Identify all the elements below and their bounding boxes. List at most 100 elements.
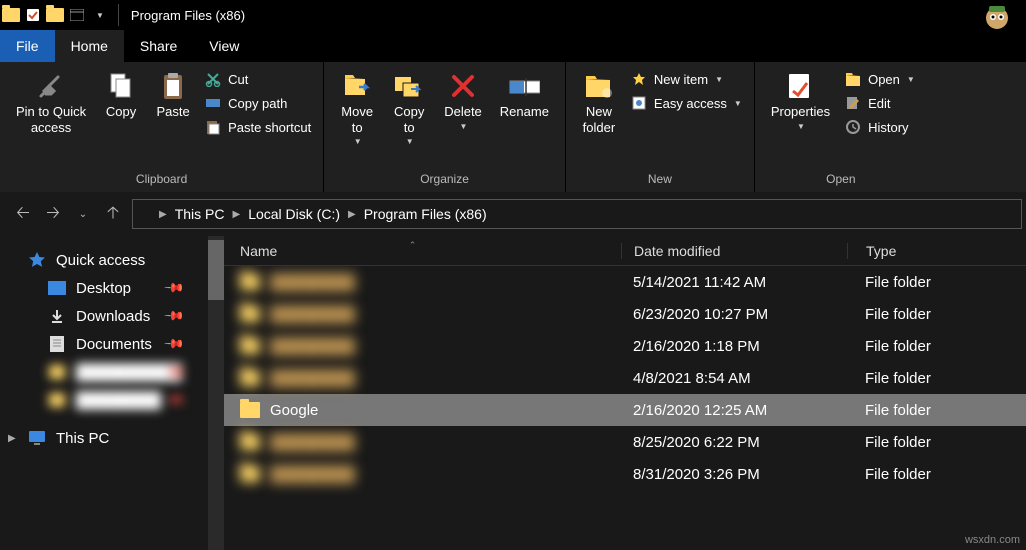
tab-share[interactable]: Share [124, 30, 193, 62]
table-row[interactable]: ████████ 5/14/2021 11:42 AMFile folder [224, 266, 1026, 298]
new-folder-button[interactable]: New folder [574, 66, 624, 139]
history-button[interactable]: History [840, 116, 919, 138]
file-name: ████████ [270, 306, 355, 323]
tab-home[interactable]: Home [55, 30, 124, 62]
table-row[interactable]: Google2/16/2020 12:25 AMFile folder [224, 394, 1026, 426]
address-bar[interactable]: ▶ This PC ▶ Local Disk (C:) ▶ Program Fi… [132, 199, 1022, 229]
open-button[interactable]: Open▼ [840, 68, 919, 90]
pin-icon: 📌 [163, 305, 186, 328]
pin-icon [35, 70, 67, 102]
sidebar-item-blurred[interactable]: ████████ 📌 [0, 386, 208, 414]
file-date: 6/23/2020 10:27 PM [621, 306, 847, 323]
crumb-program-files[interactable]: Program Files (x86) [360, 206, 491, 222]
group-open: Properties▼ Open▼ Edit History Open [755, 62, 927, 192]
folder-icon [2, 6, 20, 24]
file-name: ████████ [270, 274, 355, 291]
paste-icon [157, 70, 189, 102]
file-date: 8/31/2020 3:26 PM [621, 466, 847, 483]
pin-to-quick-access-button[interactable]: Pin to Quick access [8, 66, 94, 139]
titlebar: ▼ Program Files (x86) [0, 0, 1026, 30]
chevron-right-icon[interactable]: ▶ [8, 433, 16, 444]
table-row[interactable]: ████████8/31/2020 3:26 PMFile folder [224, 458, 1026, 490]
easy-access-icon [630, 94, 648, 112]
up-button[interactable]: 🡡 [102, 203, 124, 225]
file-name: ████████ [270, 434, 355, 451]
documents-icon [48, 335, 66, 353]
crumb-this-pc[interactable]: This PC [171, 206, 229, 222]
properties-button[interactable]: Properties▼ [763, 66, 838, 135]
paste-shortcut-button[interactable]: Paste shortcut [200, 116, 315, 138]
qat-folder-icon[interactable] [46, 6, 64, 24]
sidebar-this-pc[interactable]: ▶ This PC [0, 424, 208, 452]
content-area: Quick access Desktop 📌 Downloads 📌 Docum… [0, 236, 1026, 550]
nav-row: 🡠 🡢 ⌄ 🡡 ▶ This PC ▶ Local Disk (C:) ▶ Pr… [0, 192, 1026, 236]
folder-icon [240, 338, 260, 354]
col-type[interactable]: Type [847, 243, 1026, 259]
file-type: File folder [847, 338, 1026, 355]
cut-icon [204, 70, 222, 88]
group-label-organize: Organize [332, 170, 557, 190]
rename-icon [508, 70, 540, 102]
table-row[interactable]: ████████2/16/2020 1:18 PMFile folder [224, 330, 1026, 362]
copy-to-icon [393, 70, 425, 102]
table-row[interactable]: ████████6/23/2020 10:27 PMFile folder [224, 298, 1026, 330]
edit-icon [844, 94, 862, 112]
move-to-button[interactable]: Move to▼ [332, 66, 382, 150]
forward-button[interactable]: 🡢 [42, 203, 64, 225]
edit-button[interactable]: Edit [840, 92, 919, 114]
copy-button[interactable]: Copy [96, 66, 146, 124]
folder-icon [240, 402, 260, 418]
qat-customize-dropdown[interactable]: ▼ [90, 11, 110, 20]
tab-file[interactable]: File [0, 30, 55, 62]
pin-icon: 📌 [163, 277, 186, 300]
tab-view[interactable]: View [193, 30, 255, 62]
file-type: File folder [847, 402, 1026, 419]
qat-window-icon[interactable] [68, 6, 86, 24]
sidebar-quick-access[interactable]: Quick access [0, 246, 208, 274]
folder-icon [240, 274, 260, 290]
sidebar-desktop[interactable]: Desktop 📌 [0, 274, 208, 302]
col-date-modified[interactable]: Date modified [621, 243, 847, 259]
chevron-right-icon[interactable]: ▶ [346, 209, 358, 220]
chevron-right-icon[interactable]: ▶ [231, 209, 243, 220]
sidebar-documents[interactable]: Documents 📌 [0, 330, 208, 358]
qat-save-icon[interactable] [24, 6, 42, 24]
copy-path-icon [204, 94, 222, 112]
file-name: ████████ [270, 338, 355, 355]
folder-icon [240, 466, 260, 482]
pin-icon: 📌 [163, 333, 186, 356]
open-icon [844, 70, 862, 88]
folder-icon [240, 434, 260, 450]
col-name[interactable]: Name ⌃ [224, 243, 621, 259]
back-button[interactable]: 🡠 [12, 203, 34, 225]
cut-button[interactable]: Cut [200, 68, 315, 90]
easy-access-button[interactable]: Easy access▼ [626, 92, 746, 114]
group-clipboard: Pin to Quick access Copy Paste Cut [0, 62, 324, 192]
recent-dropdown[interactable]: ⌄ [72, 203, 94, 225]
table-row[interactable]: ████████8/25/2020 6:22 PMFile folder [224, 426, 1026, 458]
sidebar-downloads[interactable]: Downloads 📌 [0, 302, 208, 330]
file-date: 8/25/2020 6:22 PM [621, 434, 847, 451]
desktop-icon [48, 279, 66, 297]
folder-icon [137, 205, 155, 223]
paste-shortcut-icon [204, 118, 222, 136]
file-type: File folder [847, 274, 1026, 291]
file-date: 5/14/2021 11:42 AM [621, 274, 847, 291]
copy-to-button[interactable]: Copy to▼ [384, 66, 434, 150]
copy-path-button[interactable]: Copy path [200, 92, 315, 114]
ribbon-tabs: File Home Share View [0, 30, 1026, 62]
file-date: 4/8/2021 8:54 AM [621, 370, 847, 387]
chevron-right-icon[interactable]: ▶ [157, 209, 169, 220]
table-row[interactable]: ████████4/8/2021 8:54 AMFile folder [224, 362, 1026, 394]
downloads-icon [48, 307, 66, 325]
folder-icon [240, 370, 260, 386]
delete-button[interactable]: Delete▼ [436, 66, 490, 135]
rename-button[interactable]: Rename [492, 66, 557, 124]
paste-button[interactable]: Paste [148, 66, 198, 124]
sidebar-item-blurred[interactable]: ██████████ 📌 [0, 358, 208, 386]
crumb-local-disk[interactable]: Local Disk (C:) [244, 206, 344, 222]
sidebar-scrollbar[interactable] [208, 236, 224, 550]
new-item-button[interactable]: New item▼ [626, 68, 746, 90]
file-type: File folder [847, 370, 1026, 387]
new-item-icon [630, 70, 648, 88]
